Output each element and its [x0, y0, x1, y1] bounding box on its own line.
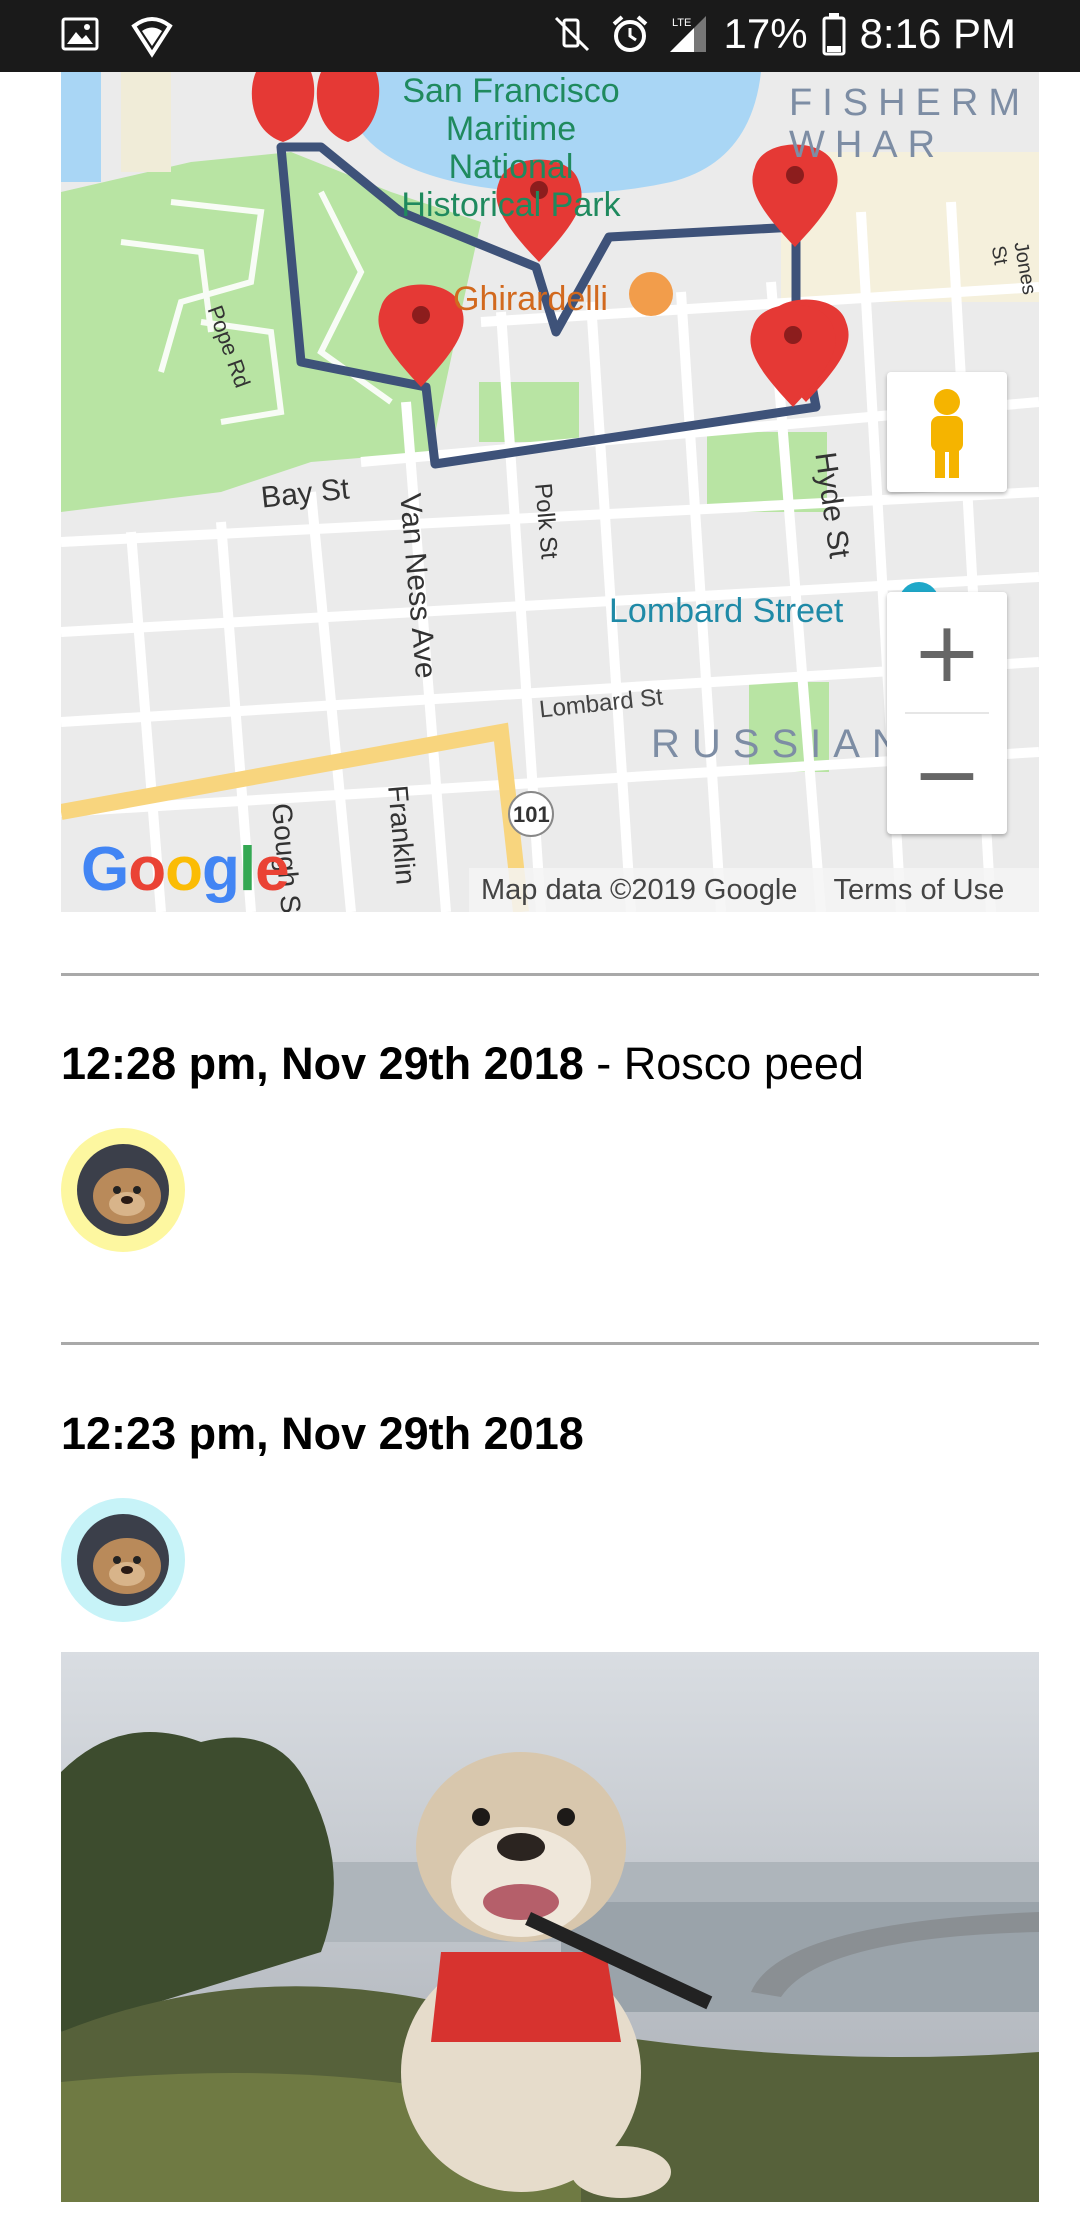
entry-note: Rosco peed	[623, 1038, 864, 1089]
pegman-icon	[931, 389, 963, 478]
map-label-maritime: San Francisco Maritime National Historic…	[401, 72, 621, 224]
entry-title: 12:23 pm, Nov 29th 2018	[61, 1408, 584, 1460]
zoom-out-button[interactable]: −	[887, 714, 1007, 834]
divider	[61, 1342, 1039, 1345]
terms-of-use-link[interactable]: Terms of Use	[833, 874, 1004, 907]
entry-timestamp: 12:23 pm, Nov 29th 2018	[61, 1408, 584, 1459]
signal-icon: LTE	[666, 12, 710, 56]
status-bar: LTE 17% 8:16 PM	[0, 0, 1080, 72]
map-label-fisherman: FISHERM WHAR	[789, 82, 1030, 166]
entry-separator: -	[583, 1038, 624, 1089]
zoom-controls: + −	[887, 592, 1007, 834]
wifi-shield-icon	[130, 14, 174, 58]
clock: 8:16 PM	[859, 10, 1016, 57]
map-label-jones: Jones St	[986, 240, 1039, 297]
zoom-in-button[interactable]: +	[887, 592, 1007, 712]
map-label-russian: RUSSIAN	[651, 722, 913, 766]
divider	[61, 973, 1039, 976]
google-logo: Google	[81, 835, 290, 904]
avatar[interactable]	[61, 1128, 185, 1252]
entry-title: 12:28 pm, Nov 29th 2018 - Rosco peed	[61, 1038, 864, 1090]
street-view-pegman-button[interactable]	[887, 372, 1007, 492]
battery-icon	[822, 12, 846, 56]
avatar[interactable]	[61, 1498, 185, 1622]
bulldog-photo-image	[61, 1652, 1039, 2202]
walk-photo[interactable]	[61, 1652, 1039, 2202]
dog-avatar-image	[77, 1514, 169, 1606]
gallery-icon	[60, 14, 104, 58]
map-label-hwy: 101	[513, 802, 550, 827]
entry-timestamp: 12:28 pm, Nov 29th 2018	[61, 1038, 584, 1089]
route-map[interactable]: San Francisco Maritime National Historic…	[61, 72, 1039, 912]
map-label-lombard-street: Lombard Street	[609, 592, 844, 630]
map-attribution: Map data ©2019 Google	[481, 873, 798, 906]
map-label-ghirardelli: Ghirardelli	[453, 280, 608, 318]
alarm-icon	[608, 12, 652, 56]
mute-icon	[550, 12, 594, 56]
svg-text:LTE: LTE	[672, 17, 691, 29]
map-footer: Map data ©2019 Google Terms of Use	[469, 868, 1039, 912]
battery-percent: 17%	[723, 10, 808, 57]
dog-avatar-image	[77, 1144, 169, 1236]
